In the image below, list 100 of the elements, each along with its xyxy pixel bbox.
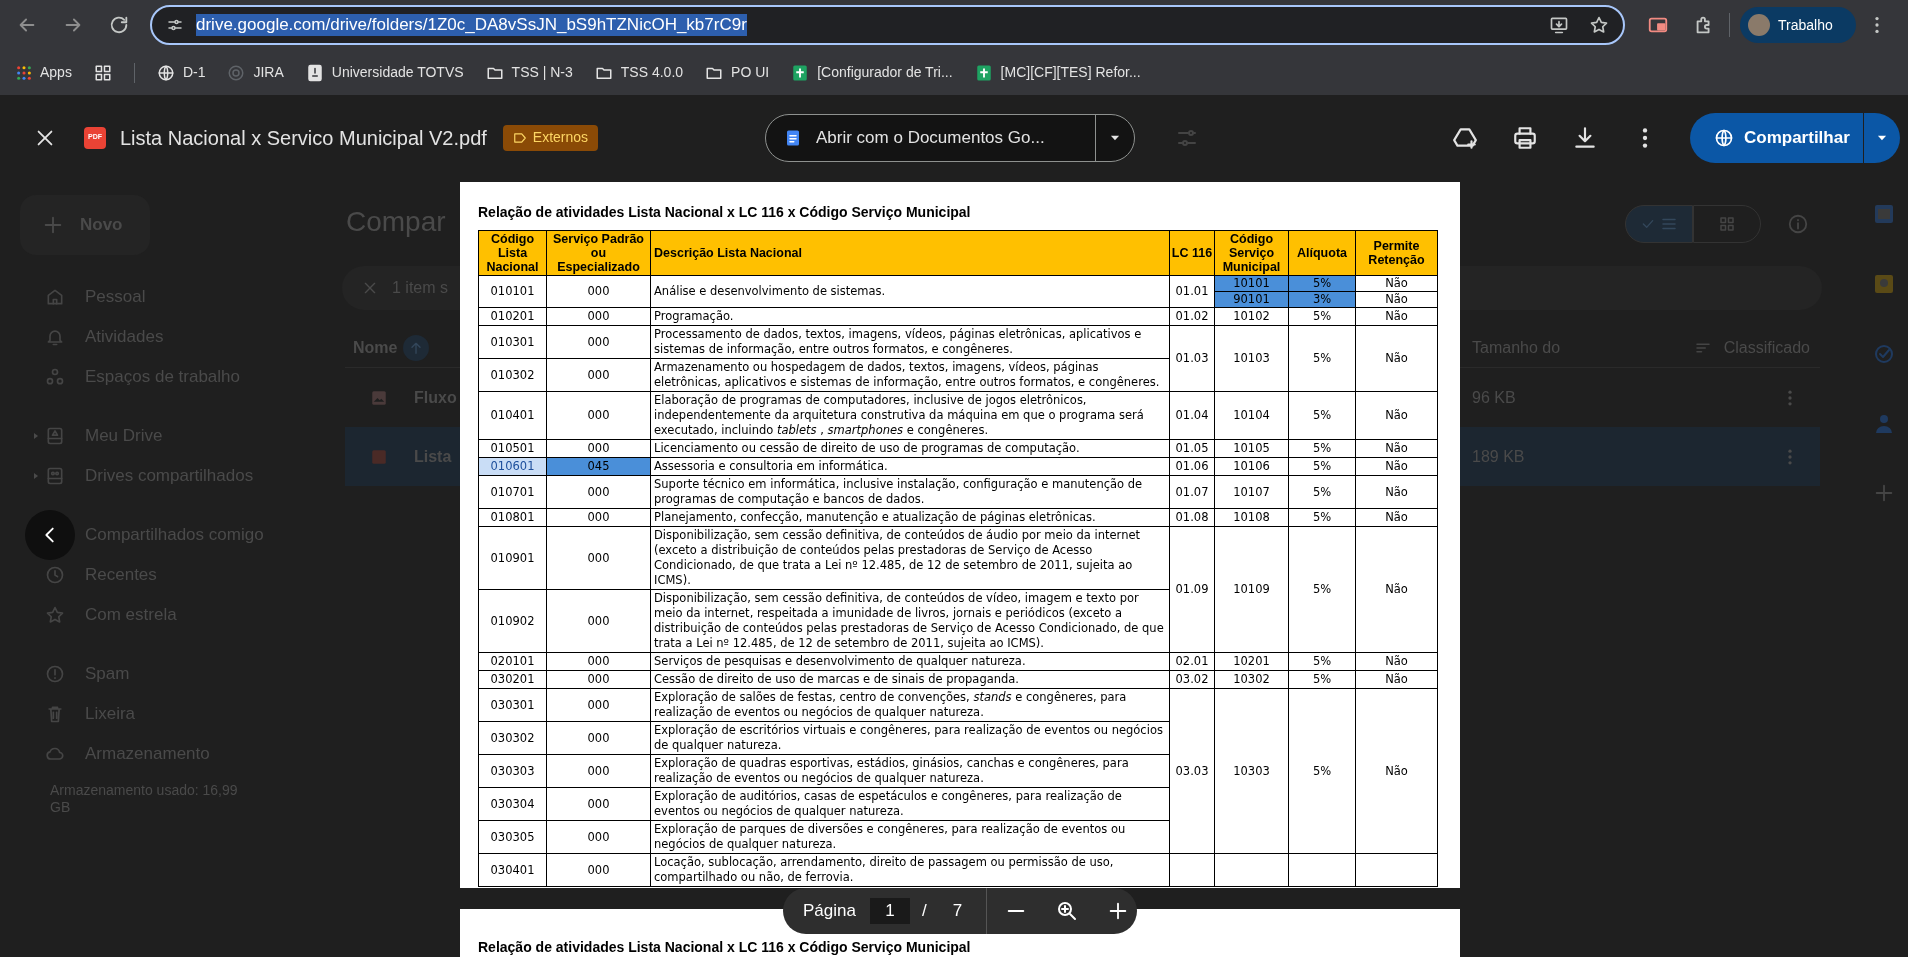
table-cell: Cessão de direito de uso de marcas e de sinais de propaganda. bbox=[650, 670, 1170, 689]
table-cell: Não bbox=[1355, 688, 1438, 854]
table-cell: Não bbox=[1355, 457, 1438, 476]
column-header: Permite Retenção bbox=[1355, 230, 1438, 276]
table-cell: 01.02 bbox=[1169, 307, 1215, 326]
grid-icon bbox=[93, 63, 112, 82]
table-cell: Não bbox=[1355, 391, 1438, 440]
table-cell: 030301 bbox=[478, 688, 547, 722]
column-header: Alíquota bbox=[1288, 230, 1356, 276]
address-bar[interactable]: drive.google.com/drive/folders/1Z0c_DA8vSsJN_bS9hTZNicOH_kb7rC9r bbox=[150, 5, 1625, 45]
reload-icon[interactable] bbox=[108, 14, 130, 36]
table-cell: 030201 bbox=[478, 670, 547, 689]
drive-icon bbox=[45, 426, 65, 446]
table-cell: 000 bbox=[546, 391, 651, 440]
table-cell: Não bbox=[1355, 670, 1438, 689]
table-cell: Suporte técnico em informática, inclusive instalação, configuração e manutenção de programas de computação e bancos de dados. bbox=[650, 475, 1170, 509]
table-cell: Análise e desenvolvimento de sistemas. bbox=[650, 275, 1170, 308]
table-cell: Não bbox=[1355, 291, 1438, 308]
star-icon[interactable] bbox=[1589, 15, 1609, 35]
bulb-icon[interactable] bbox=[1872, 272, 1896, 296]
table-cell: 010901 bbox=[478, 526, 547, 590]
sheet-icon bbox=[974, 63, 993, 82]
table-cell: 5% bbox=[1288, 391, 1356, 440]
avatar-icon bbox=[1748, 14, 1770, 36]
install-icon[interactable] bbox=[1549, 15, 1569, 35]
bookmark[interactable]: PO UI bbox=[705, 57, 770, 88]
print-icon[interactable] bbox=[1512, 124, 1538, 151]
open-with-button[interactable]: Abrir com o Documentos Go... bbox=[766, 114, 1095, 161]
table-cell: Não bbox=[1355, 307, 1438, 326]
plus-icon bbox=[42, 214, 64, 236]
apps-icon bbox=[16, 64, 32, 81]
table-cell: Disponibilização, sem cessão definitiva, de conteúdos de vídeo, imagem e texto por meio da internet, respeitada a imunidade de livros, jornais e periódicos (exceto a distribuição de conteúdos pelas prestadoras de Serviço de Acesso Condicionado, de que trata a Lei nº 12.485, de 12 de setembro de 2011, sujeita ao ICMS). bbox=[650, 589, 1170, 653]
share-button[interactable]: Compartilhar bbox=[1690, 112, 1863, 163]
bookmark[interactable]: Universidade TOTVS bbox=[305, 57, 464, 88]
column-header: LC 116 bbox=[1169, 230, 1215, 276]
bookmark[interactable]: [Configurador de Tri... bbox=[791, 57, 953, 88]
table-cell: Não bbox=[1355, 325, 1438, 392]
table-cell: 10302 bbox=[1214, 670, 1289, 689]
table-cell: 000 bbox=[546, 787, 651, 821]
page-label: Página bbox=[803, 900, 856, 923]
table-cell: 5% bbox=[1288, 307, 1356, 326]
sheet-icon bbox=[791, 63, 810, 82]
table-cell: 020101 bbox=[478, 652, 547, 671]
table-cell: 5% bbox=[1288, 652, 1356, 671]
table-cell: 01.05 bbox=[1169, 439, 1215, 458]
table-cell: 000 bbox=[546, 325, 651, 359]
page-number-field[interactable]: 1 bbox=[869, 898, 910, 924]
grid-icon bbox=[1718, 215, 1736, 233]
table-cell: Programação. bbox=[650, 307, 1170, 326]
table-cell: Exploração de parques de diversões e congêneres, para realização de eventos ou negócios de qualquer natureza. bbox=[650, 820, 1170, 854]
table-cell: 5% bbox=[1288, 457, 1356, 476]
table-cell: 01.04 bbox=[1169, 391, 1215, 440]
table-cell: 010101 bbox=[478, 275, 547, 308]
table-cell: 000 bbox=[546, 688, 651, 722]
table-cell: 000 bbox=[546, 853, 651, 887]
bookmark[interactable]: Apps bbox=[16, 57, 72, 88]
table-cell: Assessoria e consultoria em informática. bbox=[650, 457, 1170, 476]
share-menu-button[interactable] bbox=[1864, 112, 1900, 163]
table-cell: 000 bbox=[546, 275, 651, 308]
table-cell: 030303 bbox=[478, 754, 547, 788]
bookmark[interactable]: D-1 bbox=[156, 57, 206, 88]
table-cell: 030302 bbox=[478, 721, 547, 755]
table-cell: 01.08 bbox=[1169, 508, 1215, 527]
table-cell: Exploração de salões de festas, centro de convenções, stands e congêneres, para realização de eventos ou negócios de qualquer natureza. bbox=[650, 688, 1170, 722]
table-cell: 5% bbox=[1288, 325, 1356, 392]
circles-icon bbox=[45, 367, 65, 387]
table-cell: 10106 bbox=[1214, 457, 1289, 476]
view-toggle[interactable] bbox=[1625, 205, 1693, 243]
table-cell: 10104 bbox=[1214, 391, 1289, 440]
table-cell: 5% bbox=[1288, 475, 1356, 509]
download-icon[interactable] bbox=[1572, 124, 1598, 151]
bookmark[interactable]: TSS 4.0.0 bbox=[594, 57, 684, 88]
table-cell: Serviços de pesquisas e desenvolvimento de qualquer natureza. bbox=[650, 652, 1170, 671]
column-header: Serviço Padrão ou Especializado bbox=[546, 230, 651, 276]
home-icon bbox=[45, 287, 65, 307]
table-cell: Armazenamento ou hospedagem de dados, textos, imagens, vídeos, páginas eletrônicas, aplicativos e sistemas de informação, entre outros formatos, e congêneres. bbox=[650, 358, 1170, 392]
table-cell: 030401 bbox=[478, 853, 547, 887]
table-cell: Não bbox=[1355, 439, 1438, 458]
table-cell: Não bbox=[1355, 475, 1438, 509]
table-cell: Licenciamento ou cessão de direito de uso de programas de computação. bbox=[650, 439, 1170, 458]
table-cell: 000 bbox=[546, 652, 651, 671]
column-header: Código Lista Nacional bbox=[478, 230, 547, 276]
circle-icon bbox=[227, 63, 246, 82]
table-cell: 000 bbox=[546, 307, 651, 326]
view-toggle[interactable] bbox=[1693, 205, 1761, 243]
bookmark[interactable]: JIRA bbox=[227, 57, 284, 88]
table-cell: 000 bbox=[546, 589, 651, 653]
page-icon bbox=[305, 63, 324, 82]
table-cell: 010401 bbox=[478, 391, 547, 440]
table-cell: 10102 bbox=[1214, 307, 1289, 326]
column-header: Descrição Lista Nacional bbox=[650, 230, 1170, 276]
table-cell: Não bbox=[1355, 508, 1438, 527]
profile-button[interactable]: Trabalho bbox=[1740, 7, 1856, 43]
table-cell: 000 bbox=[546, 439, 651, 458]
table-cell: 01.07 bbox=[1169, 475, 1215, 509]
table-cell: 01.06 bbox=[1169, 457, 1215, 476]
alert-icon bbox=[45, 664, 65, 684]
bookmark[interactable]: [MC][CF][TES] Refor... bbox=[974, 57, 1141, 88]
table-cell: 10108 bbox=[1214, 508, 1289, 527]
bookmark[interactable]: TSS | N-3 bbox=[485, 57, 573, 88]
